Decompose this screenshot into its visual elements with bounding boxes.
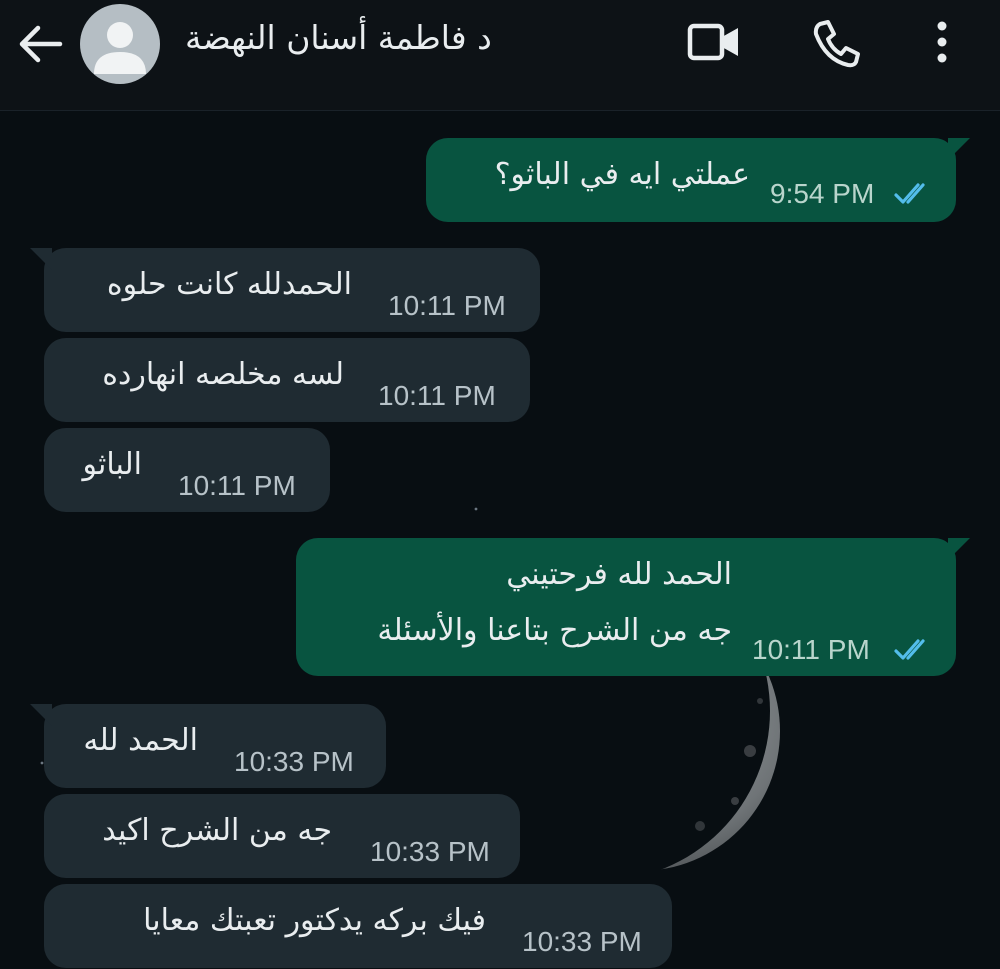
voice-call-icon (813, 20, 860, 68)
message-bubble-incoming[interactable]: فيك بركه يدكتور تعبتك معايا 10:33 PM (44, 884, 672, 968)
message-time: 10:11 PM (178, 470, 296, 501)
video-call-button[interactable] (686, 18, 742, 68)
message-time: 10:11 PM (378, 380, 496, 411)
message-text: الحمدلله كانت حلوه (106, 267, 352, 302)
contact-avatar[interactable] (80, 4, 160, 84)
message-text-line-1: الحمد لله فرحتيني (506, 557, 732, 592)
message-text: عملتي ايه في الباثو؟ (494, 157, 750, 192)
message-text: الباثو (82, 447, 142, 482)
back-arrow-icon (19, 25, 63, 63)
message-text-line-2: جه من الشرح بتاعنا والأسئلة (377, 613, 732, 648)
message-time: 10:11 PM (752, 634, 870, 665)
voice-call-button[interactable] (810, 18, 862, 68)
message-text: جه من الشرح اكيد (102, 813, 332, 848)
message-time: 10:33 PM (370, 836, 490, 867)
message-text: الحمد لله (83, 723, 198, 758)
more-options-icon (937, 21, 947, 63)
read-receipt-icon (894, 183, 925, 204)
message-bubble-incoming[interactable]: الباثو 10:11 PM (44, 428, 330, 512)
message-time: 9:54 PM (770, 178, 875, 209)
message-time: 10:33 PM (522, 926, 642, 957)
message-bubble-incoming[interactable]: لسه مخلصه انهارده 10:11 PM (44, 338, 530, 422)
avatar-placeholder-icon (94, 22, 146, 74)
message-bubble-incoming[interactable]: الحمد لله 10:33 PM (30, 704, 386, 788)
contact-name[interactable]: د فاطمة أسنان النهضة (185, 18, 492, 57)
back-button[interactable] (16, 22, 64, 66)
message-bubble-outgoing[interactable]: الحمد لله فرحتيني جه من الشرح بتاعنا وال… (296, 538, 970, 676)
chat-header: د فاطمة أسنان النهضة (0, 0, 1000, 111)
message-bubble-incoming[interactable]: جه من الشرح اكيد 10:33 PM (44, 794, 520, 878)
message-time: 10:33 PM (234, 746, 354, 777)
video-call-icon (687, 23, 738, 61)
message-bubble-outgoing[interactable]: عملتي ايه في الباثو؟ 9:54 PM (426, 138, 970, 222)
message-time: 10:11 PM (388, 290, 506, 321)
message-bubble-incoming[interactable]: الحمدلله كانت حلوه 10:11 PM (30, 248, 540, 332)
more-options-button[interactable] (930, 18, 954, 68)
message-text: فيك بركه يدكتور تعبتك معايا (143, 903, 486, 938)
read-receipt-icon (894, 639, 925, 660)
message-text: لسه مخلصه انهارده (102, 357, 344, 392)
